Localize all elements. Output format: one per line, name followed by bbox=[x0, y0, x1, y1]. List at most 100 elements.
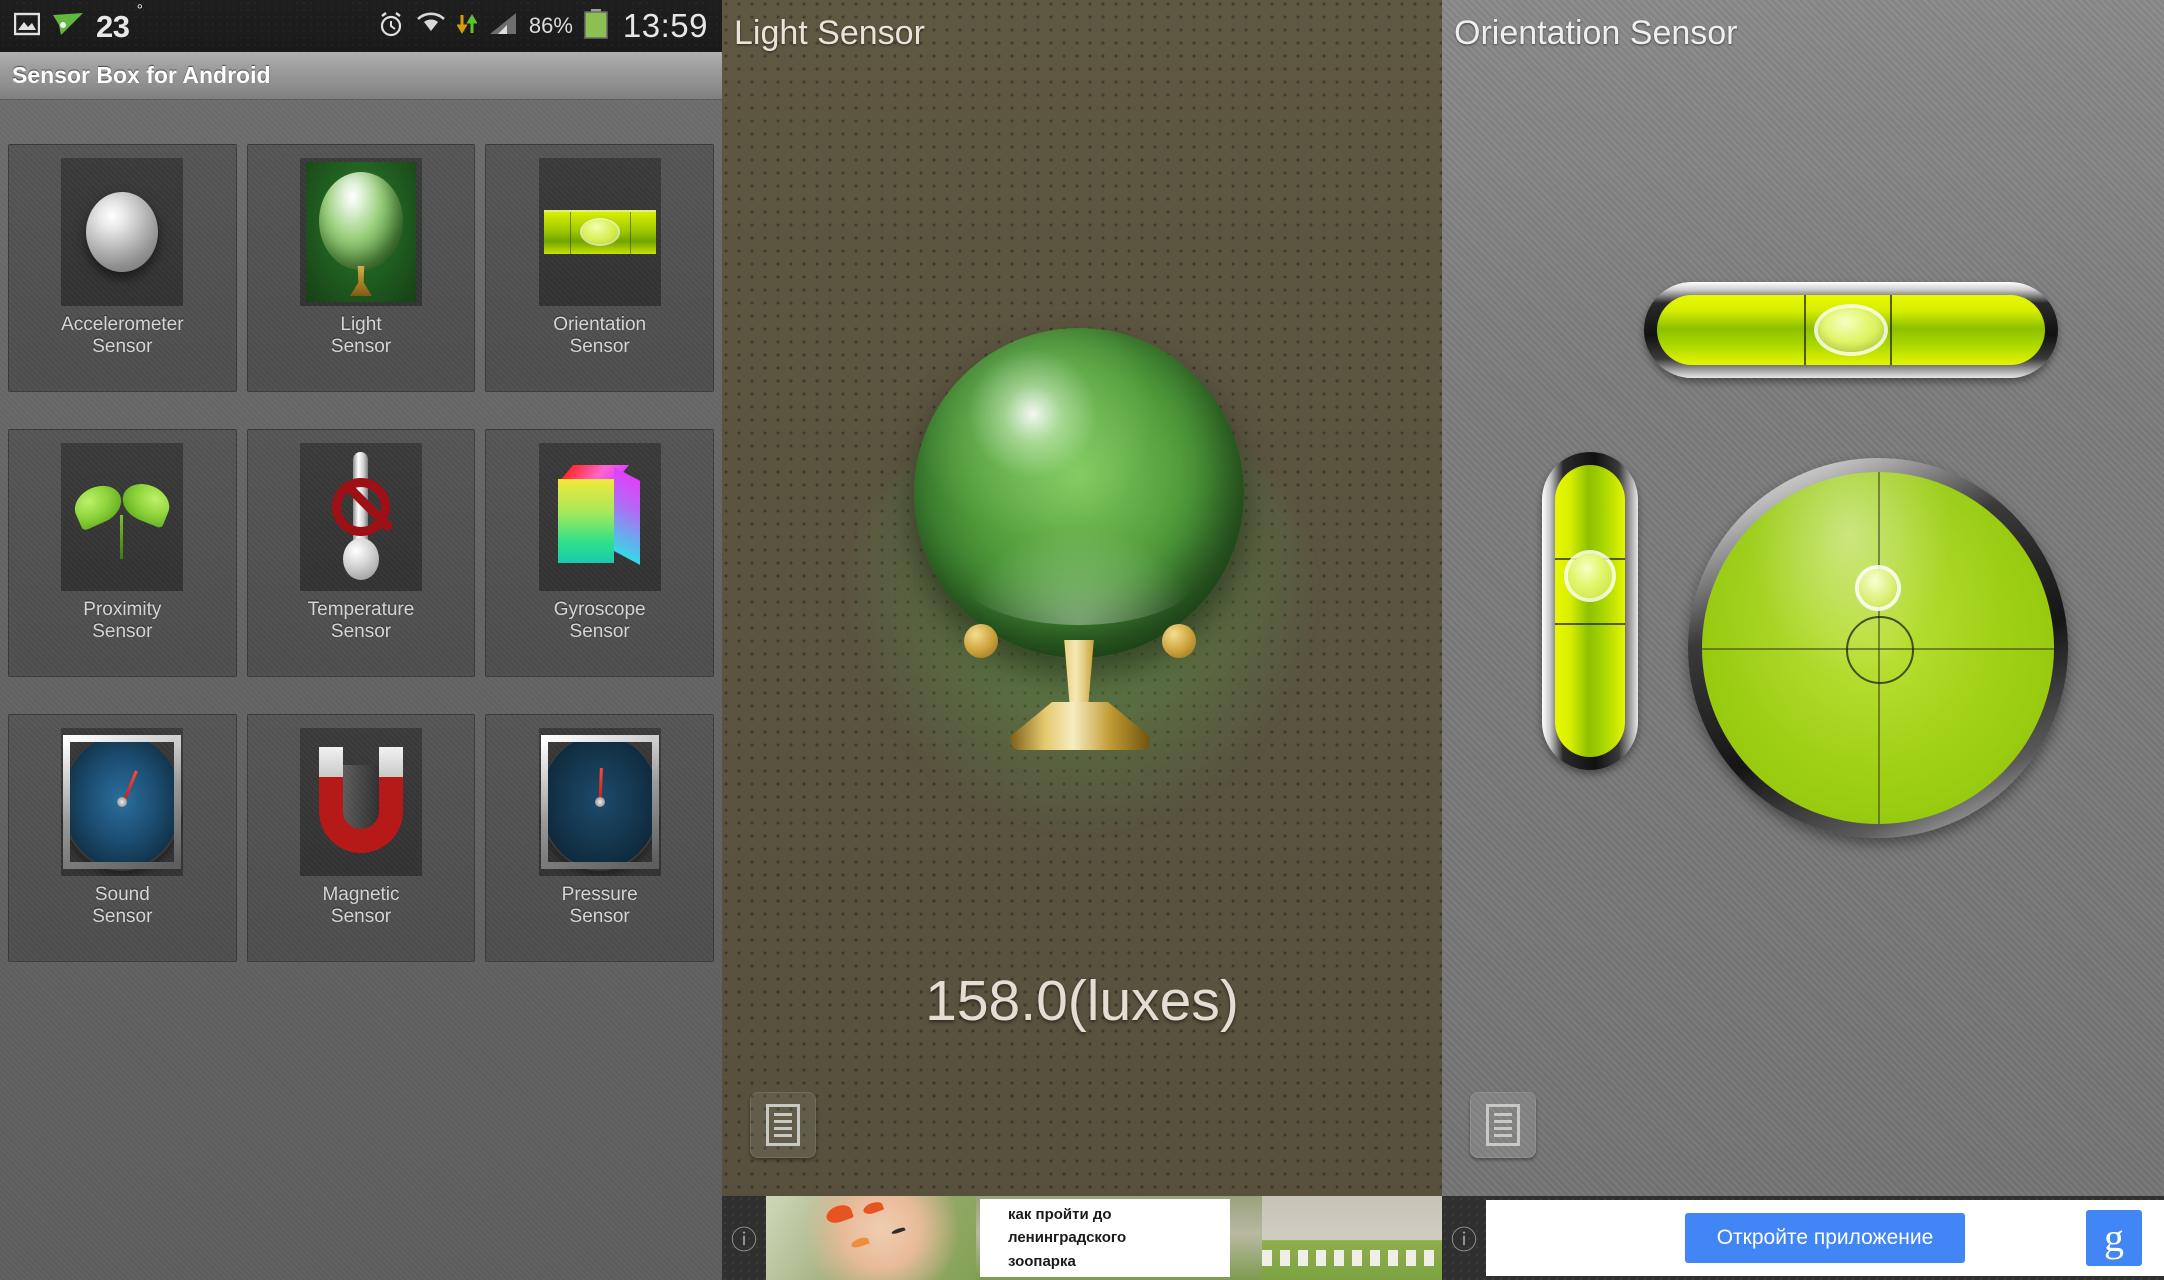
android-status-bar: 23 ° 86% 13:59 bbox=[0, 0, 722, 52]
document-list-icon bbox=[766, 1104, 800, 1146]
panel-app-grid: 23 ° 86% 13:59 Sensor Box for Android Ac… bbox=[0, 0, 722, 1280]
circular-level-vial bbox=[1702, 472, 2054, 824]
tile-label-line2: Sensor bbox=[330, 905, 392, 927]
screenshot-root: 23 ° 86% 13:59 Sensor Box for Android Ac… bbox=[0, 0, 2164, 1280]
circular-bubble-level bbox=[1688, 458, 2068, 838]
glass-orb bbox=[914, 328, 1244, 658]
pressure-gauge-icon bbox=[538, 728, 661, 876]
vertical-level-bubble bbox=[1568, 553, 1612, 598]
sensor-tile-label: Proximity Sensor bbox=[83, 599, 161, 642]
signal-bars-icon bbox=[488, 12, 518, 41]
ad-photo-left bbox=[766, 1196, 976, 1280]
ad-creative[interactable]: Откройте приложение g bbox=[1486, 1200, 2164, 1276]
tile-label-line1: Accelerometer bbox=[61, 314, 184, 335]
tile-label-line2: Sensor bbox=[569, 905, 630, 927]
image-icon bbox=[13, 12, 41, 41]
sensor-tile-proximity[interactable]: Proximity Sensor bbox=[8, 429, 237, 677]
sensor-tile-label: Pressure Sensor bbox=[562, 884, 638, 927]
tile-label-line1: Orientation bbox=[553, 314, 647, 335]
sensor-tile-label: Magnetic Sensor bbox=[322, 884, 399, 927]
panel-light-sensor: Light Sensor 158.0(luxes) ⓘ как пройти д… bbox=[722, 0, 1442, 1280]
tile-label-line2: Sensor bbox=[92, 335, 153, 357]
horizontal-level-vial bbox=[1657, 295, 2045, 365]
spirit-level-icon bbox=[538, 158, 661, 306]
tile-label-line2: Sensor bbox=[330, 335, 392, 357]
sensor-tile-label: Gyroscope Sensor bbox=[554, 599, 646, 642]
level-tick-left bbox=[1804, 295, 1807, 365]
color-cube-icon bbox=[538, 443, 661, 591]
level-tick-bottom bbox=[1555, 622, 1625, 625]
google-logo-icon: g bbox=[2086, 1210, 2142, 1266]
status-bar-clock: 13:59 bbox=[622, 7, 708, 44]
tile-label-line2: Sensor bbox=[569, 335, 630, 357]
ad-headline-line3: зоопарка bbox=[1008, 1252, 1076, 1270]
horizontal-bubble-level bbox=[1644, 282, 2058, 378]
ad-headline-line2: ленинградского bbox=[1008, 1229, 1127, 1247]
open-app-button[interactable]: Откройте приложение bbox=[1684, 1213, 1966, 1263]
info-icon[interactable]: ⓘ bbox=[1442, 1220, 1486, 1257]
sensor-tile-label: Accelerometer Sensor bbox=[61, 314, 184, 357]
app-title-bar: Sensor Box for Android bbox=[0, 52, 722, 100]
lux-reading: 158.0(luxes) bbox=[925, 969, 1239, 1033]
sensor-tile-grid: Accelerometer Sensor Light Sensor Orient… bbox=[0, 100, 722, 999]
tile-label-line1: Proximity bbox=[83, 599, 162, 620]
alarm-clock-icon bbox=[377, 10, 405, 43]
light-sensor-illustration bbox=[722, 170, 1442, 832]
green-globe-lamp-icon bbox=[299, 158, 422, 306]
panel-orientation-sensor: Orientation Sensor ⓘ Откройте приложение… bbox=[1442, 0, 2164, 1280]
ad-headline-line1: как пройти до bbox=[1008, 1206, 1112, 1224]
app-title: Sensor Box for Android bbox=[12, 62, 271, 88]
tile-label-line1: Light bbox=[340, 314, 382, 335]
tile-label-line1: Temperature bbox=[307, 599, 415, 620]
data-updown-icon bbox=[456, 13, 478, 40]
orientation-sensor-title: Orientation Sensor bbox=[1454, 14, 1738, 52]
tile-label-line1: Pressure bbox=[561, 884, 638, 905]
horizontal-level-bubble bbox=[1818, 308, 1884, 352]
sensor-tile-magnetic[interactable]: Magnetic Sensor bbox=[246, 714, 476, 962]
battery-icon bbox=[584, 8, 608, 44]
orb-knob-right bbox=[1162, 624, 1196, 658]
status-bar-right-icons: 86% 13:59 bbox=[377, 7, 708, 45]
ad-headline: как пройти до ленинградского зоопарка bbox=[980, 1199, 1230, 1277]
green-globe-lamp-graphic bbox=[847, 210, 1317, 832]
ad-creative[interactable]: как пройти до ленинградского зоопарка bbox=[766, 1196, 1442, 1280]
sensor-tile-light[interactable]: Light Sensor bbox=[246, 144, 476, 392]
sensor-tile-gyroscope[interactable]: Gyroscope Sensor bbox=[485, 429, 714, 677]
info-icon[interactable]: ⓘ bbox=[722, 1220, 766, 1257]
tile-label-line1: Gyroscope bbox=[553, 599, 646, 620]
sensor-tile-temperature[interactable]: Temperature Sensor bbox=[246, 429, 476, 677]
sensor-tile-accelerometer[interactable]: Accelerometer Sensor bbox=[8, 144, 237, 392]
sensor-tile-label: Light Sensor bbox=[331, 314, 391, 357]
level-tick-right bbox=[1889, 295, 1892, 365]
memo-button[interactable] bbox=[750, 1092, 816, 1158]
tile-label-line2: Sensor bbox=[92, 905, 153, 927]
tile-label-line1: Magnetic bbox=[322, 884, 400, 905]
green-sprout-icon bbox=[61, 443, 184, 591]
sensor-tile-label: Orientation Sensor bbox=[553, 314, 646, 357]
light-sensor-title: Light Sensor bbox=[734, 14, 925, 52]
status-bar-temperature: 23 ° bbox=[96, 1, 143, 44]
degree-symbol: ° bbox=[136, 1, 143, 19]
thermometer-disabled-icon bbox=[299, 443, 422, 591]
ad-banner-orientation-sensor[interactable]: ⓘ Откройте приложение g bbox=[1442, 1196, 2164, 1280]
orb-knob-left bbox=[964, 624, 998, 658]
status-bar-left-icons: 23 ° bbox=[13, 1, 143, 44]
sensor-tile-label: Sound Sensor bbox=[92, 884, 152, 927]
tile-label-line1: Sound bbox=[94, 884, 150, 905]
tile-label-line2: Sensor bbox=[330, 620, 392, 642]
vertical-bubble-level bbox=[1542, 452, 1638, 770]
sensor-tile-sound[interactable]: Sound Sensor bbox=[8, 714, 237, 962]
ad-photo-right bbox=[1262, 1196, 1442, 1280]
sound-gauge-icon bbox=[61, 728, 184, 876]
sensor-tile-orientation[interactable]: Orientation Sensor bbox=[485, 144, 714, 392]
navigation-arrow-icon bbox=[51, 11, 85, 42]
sensor-tile-label: Temperature Sensor bbox=[308, 599, 415, 642]
tile-label-line2: Sensor bbox=[92, 620, 153, 642]
vertical-level-vial bbox=[1555, 465, 1625, 757]
tile-label-line2: Sensor bbox=[569, 620, 630, 642]
ad-banner-light-sensor[interactable]: ⓘ как пройти до ленинградского зоопарка bbox=[722, 1196, 1442, 1280]
center-target-ring bbox=[1846, 616, 1914, 684]
metal-ball-icon bbox=[61, 158, 184, 306]
memo-button[interactable] bbox=[1470, 1092, 1536, 1158]
sensor-tile-pressure[interactable]: Pressure Sensor bbox=[485, 714, 714, 962]
